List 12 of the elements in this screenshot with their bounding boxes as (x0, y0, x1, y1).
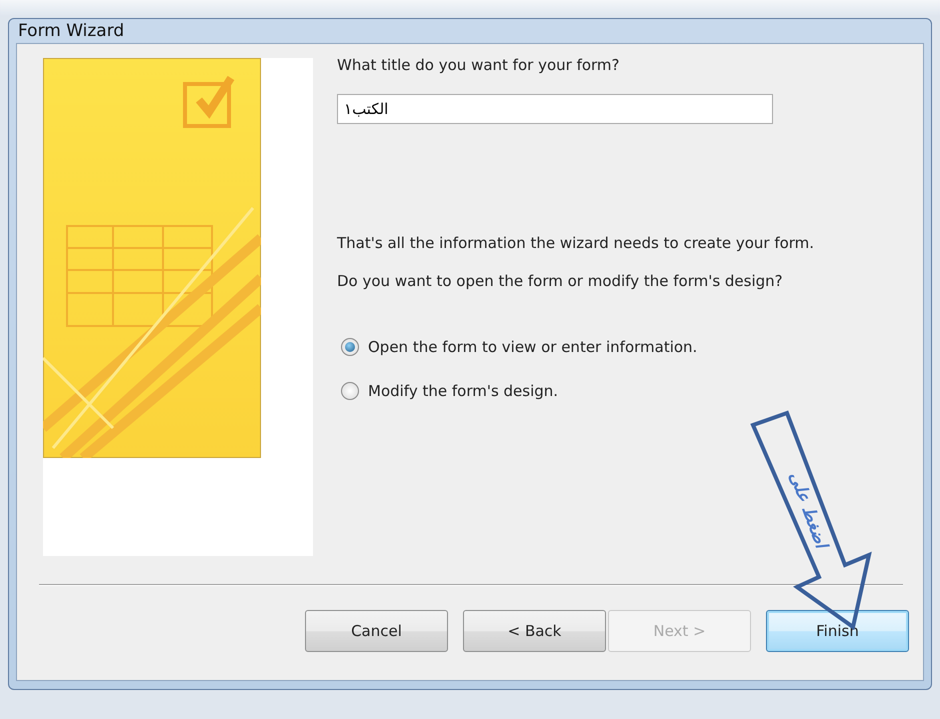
wizard-button[interactable]: < Back (463, 610, 606, 652)
wizard-button[interactable]: Cancel (305, 610, 448, 652)
title-prompt: What title do you want for your form? (337, 56, 621, 74)
radio-button[interactable] (341, 338, 359, 356)
window-title: Form Wizard (18, 21, 124, 41)
radio-label[interactable]: Open the form to view or enter information. (368, 338, 698, 356)
question-text: Do you want to open the form or modify the form's design? (337, 272, 784, 290)
form-title-field[interactable]: الكتب١ (337, 94, 773, 124)
radio-label[interactable]: Modify the form's design. (368, 382, 558, 400)
radio-button[interactable] (341, 382, 359, 400)
annotation-text: اضغط على (784, 468, 832, 553)
info-text: That's all the information the wizard needs to create your form. (337, 234, 814, 252)
